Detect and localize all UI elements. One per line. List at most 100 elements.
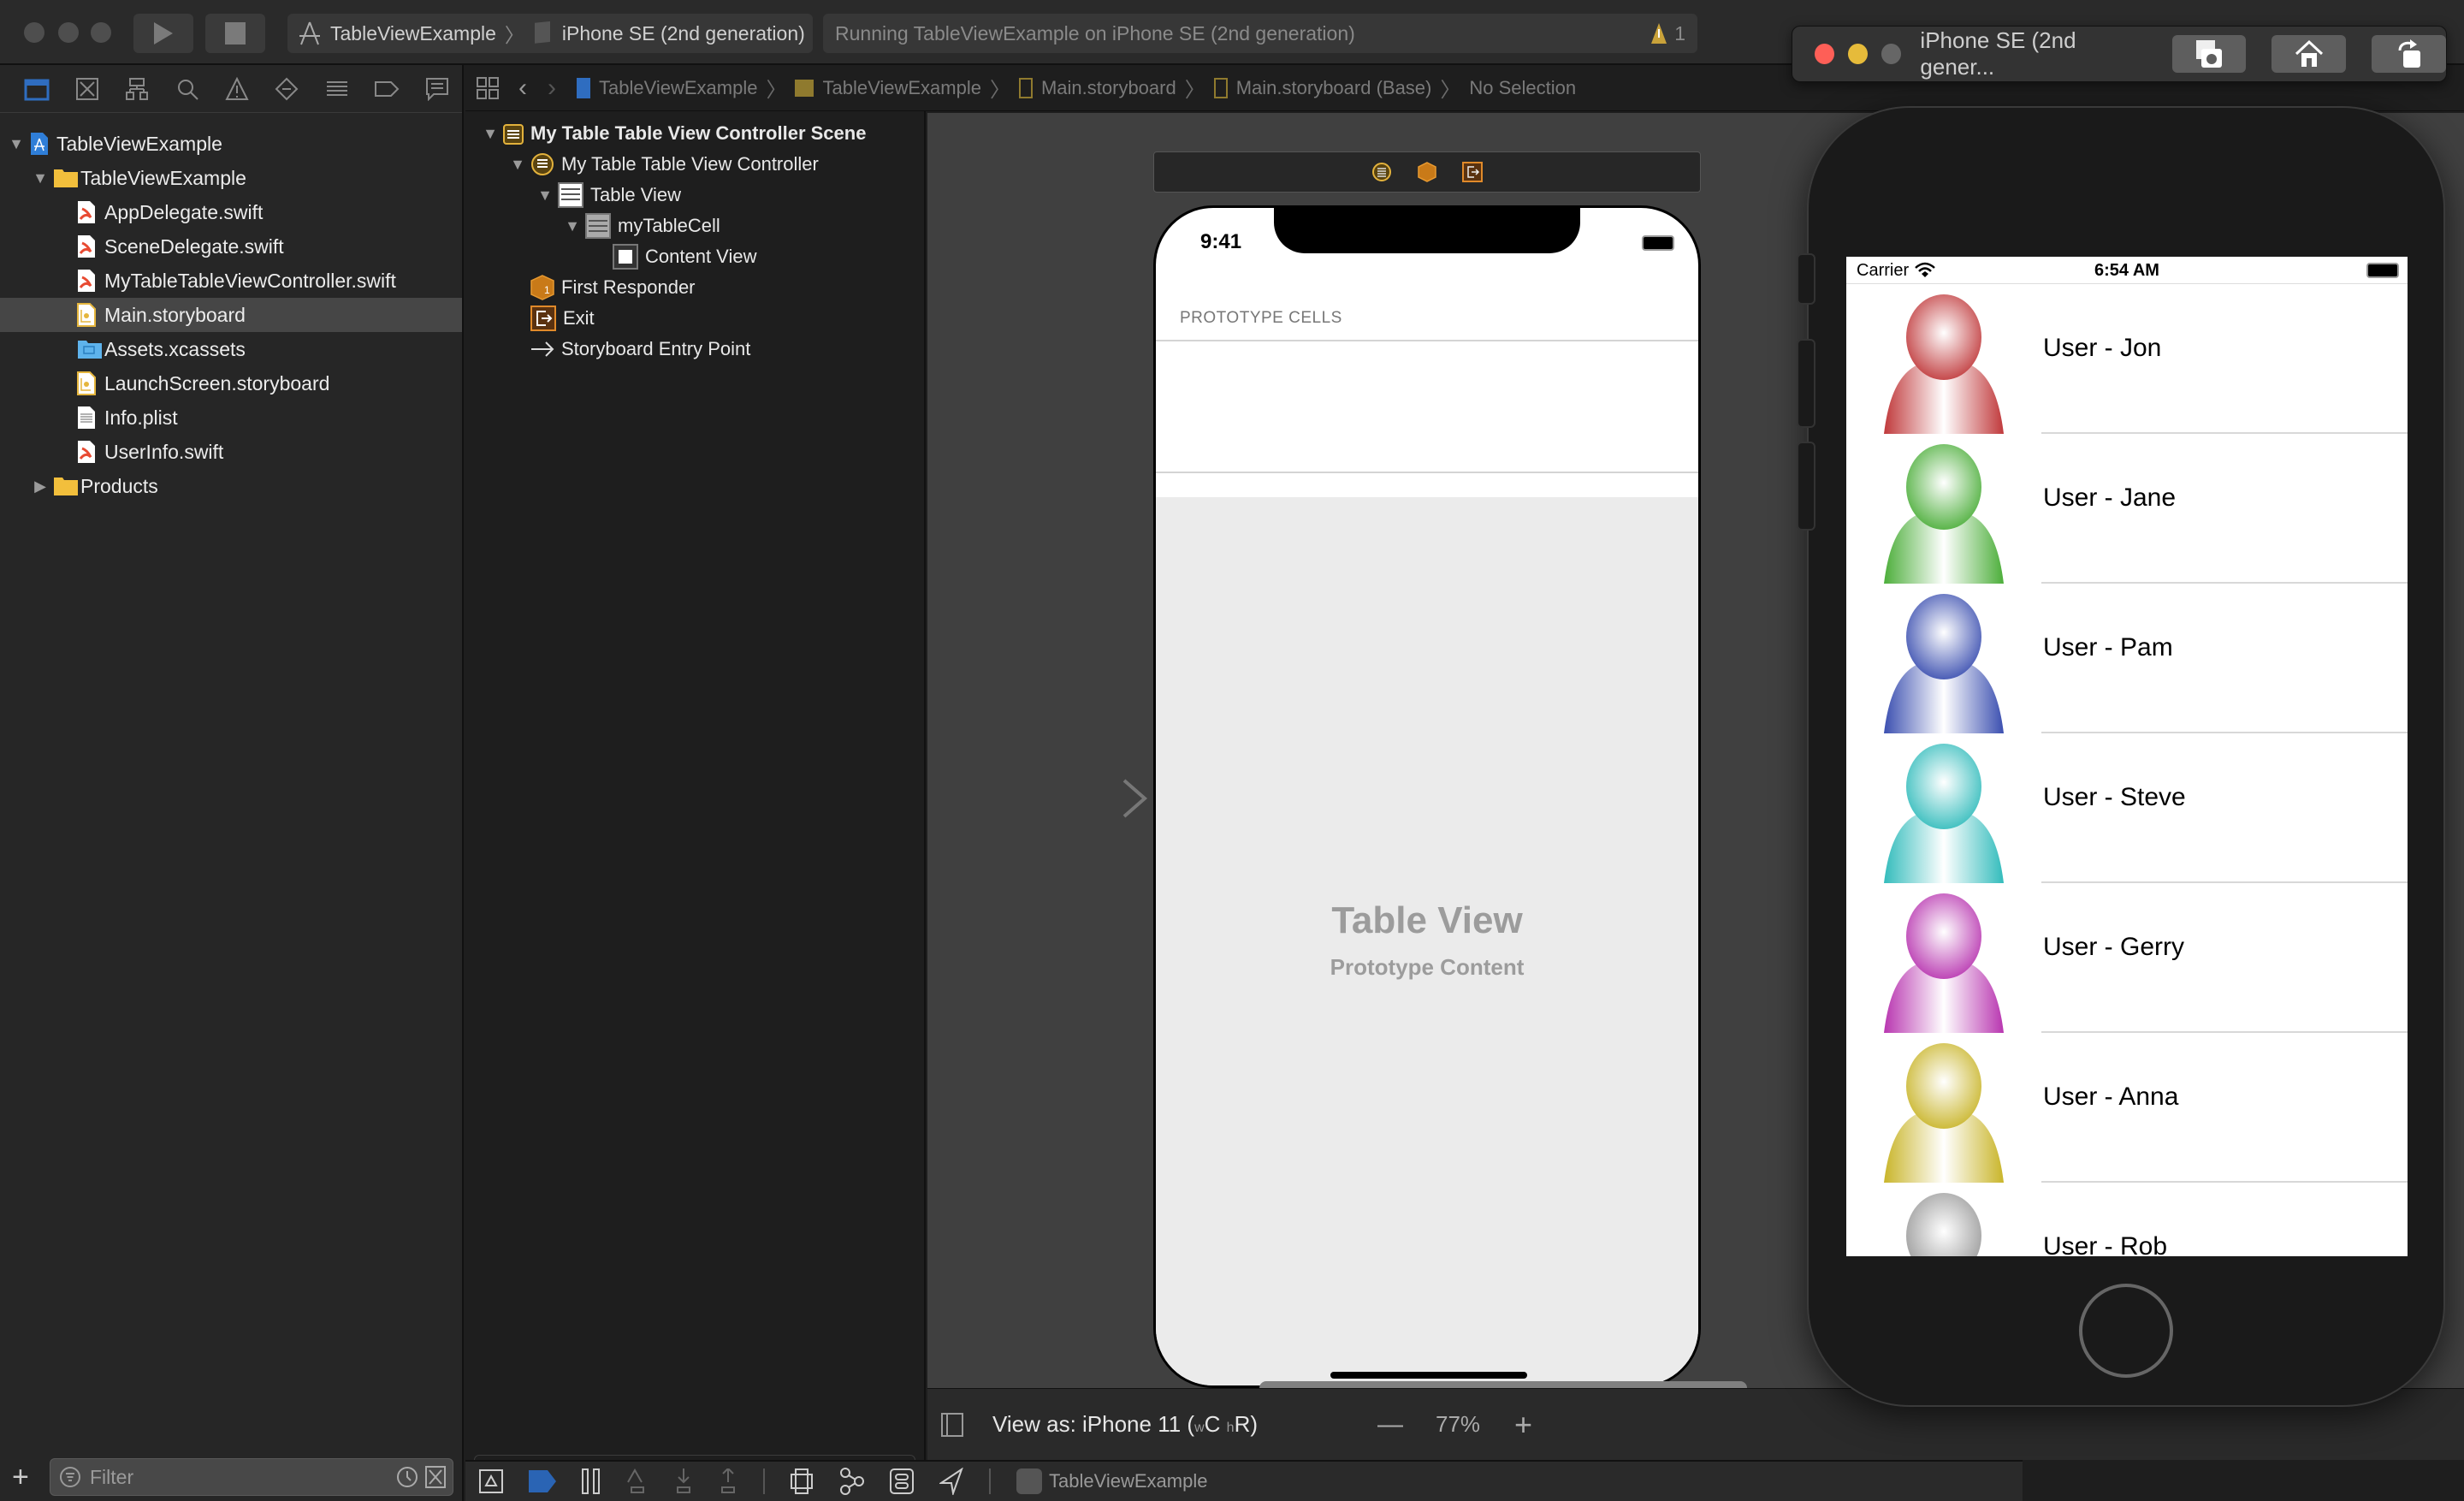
outline-item[interactable]: ▼ myTableCell [560,211,720,241]
file-name: AppDelegate.swift [104,200,264,223]
outline-item[interactable]: ▼ My Table Table View Controller [505,149,819,180]
run-button[interactable] [133,14,193,53]
view-as-button[interactable]: View as: iPhone 11 (wC hR) [992,1411,1258,1438]
tab-symbol-navigator[interactable] [112,77,162,101]
related-items-icon[interactable] [476,76,500,100]
disclosure-triangle-icon[interactable]: ▼ [532,187,558,205]
user-row[interactable]: User - Steve [1846,733,2408,883]
exit-icon[interactable] [1462,162,1483,182]
view-hierarchy-icon[interactable] [791,1468,813,1494]
file-tree-item[interactable]: SceneDelegate.swift [0,229,462,264]
report-bubble-icon [425,77,448,101]
source-control-filter-icon[interactable] [425,1466,446,1488]
table-view-placeholder[interactable] [1156,497,1698,1385]
breadcrumb-localization[interactable]: Main.storyboard (Base) [1236,77,1432,99]
forward-button[interactable]: › [548,74,556,103]
user-row[interactable]: User - Pam [1846,584,2408,733]
file-tree-item[interactable]: MyTableTableViewController.swift [0,264,462,298]
volume-up-button[interactable] [1797,339,1815,428]
simulator-screen[interactable]: Carrier 6:54 AM User - Jon User - Jane U… [1846,257,2408,1256]
breakpoints-toggle-icon[interactable] [529,1470,556,1492]
warning-indicator[interactable]: 1 [1650,22,1685,45]
file-tree-item[interactable]: LaunchScreen.storyboard [0,366,462,400]
outline-item[interactable]: Content View [587,241,756,272]
hide-debug-area-icon[interactable] [479,1469,503,1493]
storyboard-device-frame[interactable]: 9:41 PROTOTYPE CELLS Table View Prototyp… [1153,205,1701,1388]
scheme-selector[interactable]: TableViewExample 〉 iPhone SE (2nd genera… [287,14,813,53]
device-home-button[interactable] [2079,1284,2173,1378]
file-tree-item[interactable]: Assets.xcassets [0,332,462,366]
tab-breakpoints[interactable] [362,79,412,99]
add-file-button[interactable]: + [12,1458,29,1496]
user-row[interactable]: User - Jane [1846,434,2408,584]
user-row[interactable]: User - Anna [1846,1033,2408,1183]
step-into-icon[interactable] [674,1468,693,1494]
process-selector[interactable]: TableViewExample [1016,1468,1207,1494]
navigator-filter-field[interactable]: Filter [50,1458,453,1496]
environment-overrides-icon[interactable] [890,1468,914,1494]
simulator-zoom-button[interactable] [1881,44,1902,64]
disclosure-triangle-icon[interactable]: ▼ [31,169,50,187]
zoom-in-button[interactable]: + [1514,1407,1532,1443]
memory-graph-icon[interactable] [838,1468,864,1495]
zoom-window-button[interactable] [91,22,111,43]
user-row[interactable]: User - Gerry [1846,883,2408,1033]
breadcrumb-selection[interactable]: No Selection [1469,77,1576,99]
swift-file-icon [77,440,98,464]
stop-button[interactable] [205,14,265,53]
file-tree-item[interactable]: ▼ TableViewExample [0,161,462,195]
file-tree-item[interactable]: ▶ Products [0,469,462,503]
zoom-out-button[interactable]: — [1377,1410,1403,1439]
tab-reports[interactable] [412,77,462,101]
screenshot-button[interactable] [2171,35,2247,73]
disclosure-triangle-icon[interactable]: ▼ [7,135,26,153]
tab-project-navigator[interactable] [12,77,62,101]
simulator-minimize-button[interactable] [1848,44,1869,64]
pause-icon[interactable] [582,1468,601,1494]
disclosure-triangle-icon[interactable]: ▼ [560,217,585,235]
back-button[interactable]: ‹ [518,74,527,103]
tab-find[interactable] [162,77,211,101]
warning-triangle-icon [225,76,249,100]
user-row[interactable]: User - Rob [1846,1183,2408,1256]
user-row[interactable]: User - Jon [1846,284,2408,434]
minimize-window-button[interactable] [58,22,79,43]
tab-issues[interactable] [212,76,262,101]
outline-item[interactable]: Exit [505,303,595,334]
entry-point-arrow-icon[interactable] [1018,777,1155,820]
disclosure-triangle-icon[interactable]: ▼ [477,125,503,143]
breadcrumb-file[interactable]: Main.storyboard [1041,77,1176,99]
step-over-icon[interactable] [626,1468,649,1494]
file-tree-item[interactable]: UserInfo.swift [0,435,462,469]
file-tree-item[interactable]: ▼ TableViewExample [0,127,462,161]
home-indicator [1330,1372,1527,1379]
volume-down-button[interactable] [1797,442,1815,531]
tab-tests[interactable] [262,77,311,101]
simulate-location-icon[interactable] [939,1468,963,1495]
close-window-button[interactable] [24,22,44,43]
tab-source-control[interactable] [62,77,111,101]
recent-files-icon[interactable] [396,1466,418,1488]
prototype-cell-mytablecell[interactable] [1156,341,1698,472]
breadcrumb-group[interactable]: TableViewExample [822,77,980,99]
first-responder-icon[interactable] [1418,162,1436,182]
disclosure-triangle-icon[interactable]: ▶ [31,478,50,495]
outline-item[interactable]: Storyboard Entry Point [505,334,750,365]
outline-item[interactable]: 1 First Responder [505,272,696,303]
swift-file-icon [77,269,98,293]
toggle-outline-icon[interactable] [941,1412,963,1437]
outline-item[interactable]: ▼ My Table Table View Controller Scene [477,118,866,149]
disclosure-triangle-icon[interactable]: ▼ [505,156,530,174]
simulator-close-button[interactable] [1815,44,1835,64]
step-out-icon[interactable] [719,1468,737,1494]
rotate-button[interactable] [2372,35,2446,73]
mute-switch[interactable] [1797,253,1815,305]
file-tree-item[interactable]: AppDelegate.swift [0,195,462,229]
breadcrumb-project[interactable]: TableViewExample [599,77,757,99]
view-controller-icon[interactable] [1371,162,1392,182]
home-button[interactable] [2272,35,2347,73]
file-tree-item[interactable]: Info.plist [0,400,462,435]
file-tree-item[interactable]: Main.storyboard [0,298,462,332]
tab-debug[interactable] [312,77,362,101]
outline-item[interactable]: ▼ Table View [532,180,681,211]
